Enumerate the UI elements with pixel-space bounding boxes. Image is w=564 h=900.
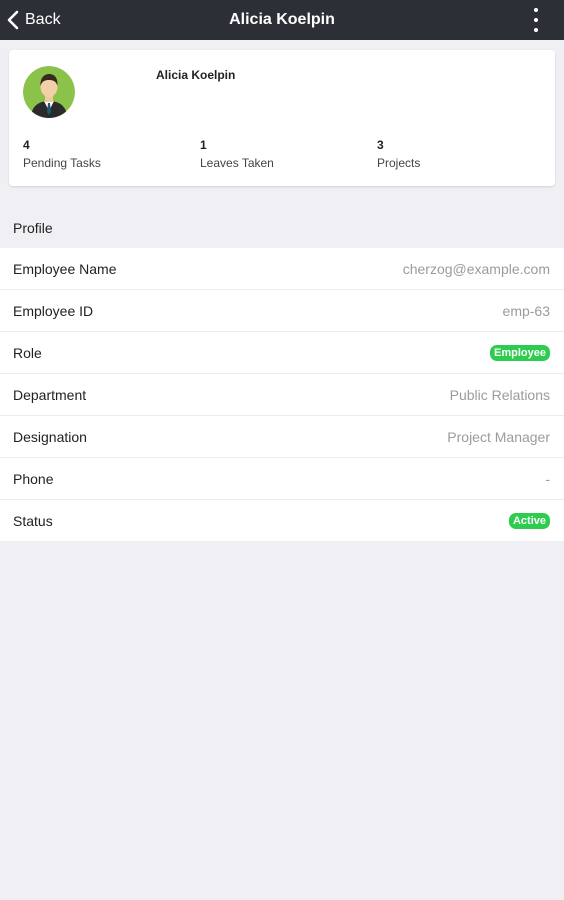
row-value: cherzog@example.com bbox=[402, 260, 550, 277]
role-badge: Employee bbox=[490, 344, 550, 361]
navbar: Back Alicia Koelpin bbox=[0, 0, 564, 40]
list-item-phone: Phone - bbox=[0, 458, 564, 500]
list-item-employee-id: Employee ID emp-63 bbox=[0, 290, 564, 332]
row-label: Employee ID bbox=[13, 302, 94, 319]
employee-name: Alicia Koelpin bbox=[156, 68, 236, 82]
list-item-employee-name: Employee Name cherzog@example.com bbox=[0, 248, 564, 290]
row-value: emp-63 bbox=[502, 302, 550, 319]
back-label: Back bbox=[25, 11, 61, 28]
stat-label: Pending Tasks bbox=[23, 156, 101, 170]
chevron-left-icon bbox=[7, 10, 19, 30]
list-item-status: Status Active bbox=[0, 500, 564, 541]
row-value: Project Manager bbox=[447, 428, 550, 445]
row-label: Role bbox=[13, 344, 42, 361]
row-label: Status bbox=[13, 512, 53, 529]
row-label: Phone bbox=[13, 470, 54, 487]
stat-projects: 3 Projects bbox=[377, 138, 537, 170]
list-item-designation: Designation Project Manager bbox=[0, 416, 564, 458]
row-value: Public Relations bbox=[449, 386, 550, 403]
stat-label: Projects bbox=[377, 156, 421, 170]
stat-pending-tasks: 4 Pending Tasks bbox=[23, 138, 183, 170]
section-header-profile: Profile bbox=[13, 220, 53, 236]
stat-label: Leaves Taken bbox=[200, 156, 274, 170]
employee-summary-card: Alicia Koelpin 4 Pending Tasks 1 Leaves … bbox=[9, 50, 555, 186]
row-label: Department bbox=[13, 386, 87, 403]
stat-value: 3 bbox=[377, 138, 384, 152]
more-vertical-icon[interactable] bbox=[526, 8, 546, 32]
row-value: - bbox=[545, 470, 550, 487]
back-button[interactable]: Back bbox=[6, 0, 61, 40]
profile-list: Employee Name cherzog@example.com Employ… bbox=[0, 248, 564, 541]
stat-leaves-taken: 1 Leaves Taken bbox=[200, 138, 360, 170]
row-label: Designation bbox=[13, 428, 87, 445]
list-item-role: Role Employee bbox=[0, 332, 564, 374]
status-badge: Active bbox=[508, 512, 550, 529]
stat-value: 1 bbox=[200, 138, 207, 152]
row-label: Employee Name bbox=[13, 260, 117, 277]
avatar bbox=[23, 66, 75, 118]
avatar-image bbox=[23, 66, 75, 118]
list-item-department: Department Public Relations bbox=[0, 374, 564, 416]
page-title: Alicia Koelpin bbox=[229, 11, 335, 28]
stat-value: 4 bbox=[23, 138, 30, 152]
